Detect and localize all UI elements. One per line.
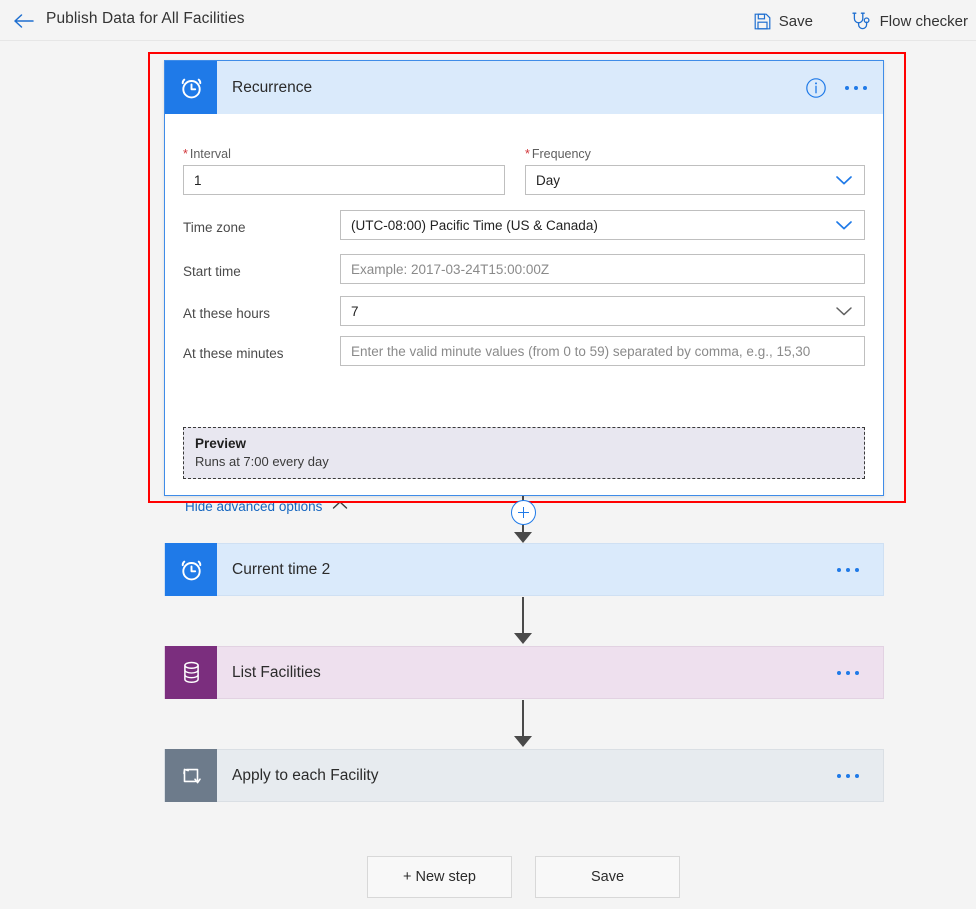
interval-label: * Interval — [183, 147, 231, 161]
connector-line — [522, 597, 524, 635]
page-title: Publish Data for All Facilities — [46, 10, 245, 27]
step-title-list-facilities: List Facilities — [232, 663, 321, 681]
flow-canvas: Recurrence * Interval 1 * Frequency Day … — [0, 41, 976, 909]
command-bar: Publish Data for All Facilities Save Flo… — [0, 0, 976, 41]
time-zone-value: (UTC-08:00) Pacific Time (US & Canada) — [351, 217, 598, 233]
add-step-plus-icon[interactable] — [511, 500, 536, 525]
chevron-up-icon — [331, 499, 349, 514]
frequency-required-marker: * — [525, 147, 530, 161]
list-facilities-ellipsis-icon[interactable] — [835, 665, 861, 681]
recurrence-trigger-card[interactable]: Recurrence * Interval 1 * Frequency Day … — [164, 60, 884, 514]
info-circle-icon[interactable] — [805, 77, 827, 99]
save-button[interactable]: Save — [535, 856, 680, 898]
interval-required-marker: * — [183, 147, 188, 161]
recurrence-card-title: Recurrence — [232, 78, 313, 96]
step-title-apply-to-each-facility: Apply to each Facility — [232, 766, 379, 784]
time-zone-label: Time zone — [183, 220, 246, 235]
alarm-clock-icon — [165, 543, 217, 596]
current-time-2-ellipsis-icon[interactable] — [835, 562, 861, 578]
at-these-hours-value: 7 — [351, 303, 359, 319]
time-zone-dropdown[interactable]: (UTC-08:00) Pacific Time (US & Canada) — [340, 210, 865, 240]
step-title-current-time-2: Current time 2 — [232, 560, 331, 578]
frequency-value: Day — [536, 172, 561, 188]
recurrence-header-actions — [805, 61, 869, 114]
at-these-hours-dropdown[interactable]: 7 — [340, 296, 865, 326]
hide-advanced-options-link[interactable]: Hide advanced options — [185, 499, 349, 514]
start-time-label: Start time — [183, 264, 241, 279]
frequency-dropdown[interactable]: Day — [525, 165, 865, 195]
stethoscope-icon — [851, 11, 873, 31]
frequency-label: * Frequency — [525, 147, 591, 161]
at-these-minutes-input[interactable]: Enter the valid minute values (from 0 to… — [340, 336, 865, 366]
chevron-down-icon — [826, 219, 854, 231]
chevron-down-icon — [826, 174, 854, 186]
loop-foreach-icon — [165, 749, 217, 802]
connector-line — [522, 700, 524, 738]
start-time-placeholder: Example: 2017-03-24T15:00:00Z — [351, 261, 550, 277]
at-these-minutes-label: At these minutes — [183, 346, 284, 361]
preview-text: Runs at 7:00 every day — [195, 454, 329, 469]
save-command-button[interactable]: Save — [753, 7, 813, 35]
connector-arrow-icon — [514, 633, 532, 644]
flow-checker-command-button[interactable]: Flow checker — [851, 7, 968, 35]
save-command-label: Save — [778, 12, 813, 30]
preview-panel: Preview Runs at 7:00 every day — [183, 427, 865, 479]
connector-arrow-icon — [514, 532, 532, 543]
recurrence-ellipsis-icon[interactable] — [843, 80, 869, 96]
interval-input[interactable]: 1 — [183, 165, 505, 195]
interval-value: 1 — [194, 172, 202, 188]
recurrence-card-header[interactable]: Recurrence — [165, 61, 883, 114]
at-these-minutes-placeholder: Enter the valid minute values (from 0 to… — [351, 343, 811, 359]
flow-checker-command-label: Flow checker — [879, 12, 968, 30]
start-time-input[interactable]: Example: 2017-03-24T15:00:00Z — [340, 254, 865, 284]
connector-arrow-icon — [514, 736, 532, 747]
hide-advanced-options-label: Hide advanced options — [185, 499, 323, 514]
preview-title: Preview — [195, 436, 247, 451]
save-disk-icon — [753, 12, 772, 31]
step-card-apply-to-each-facility[interactable]: Apply to each Facility — [164, 749, 884, 802]
database-icon — [165, 646, 217, 699]
flow-designer-page: Publish Data for All Facilities Save Flo… — [0, 0, 976, 909]
new-step-button[interactable]: + New step — [367, 856, 512, 898]
chevron-down-icon — [826, 305, 854, 317]
at-these-hours-label: At these hours — [183, 306, 271, 321]
alarm-clock-icon — [165, 61, 217, 114]
apply-to-each-ellipsis-icon[interactable] — [835, 768, 861, 784]
step-card-current-time-2[interactable]: Current time 2 — [164, 543, 884, 596]
back-arrow-icon[interactable] — [10, 8, 38, 34]
step-card-list-facilities[interactable]: List Facilities — [164, 646, 884, 699]
